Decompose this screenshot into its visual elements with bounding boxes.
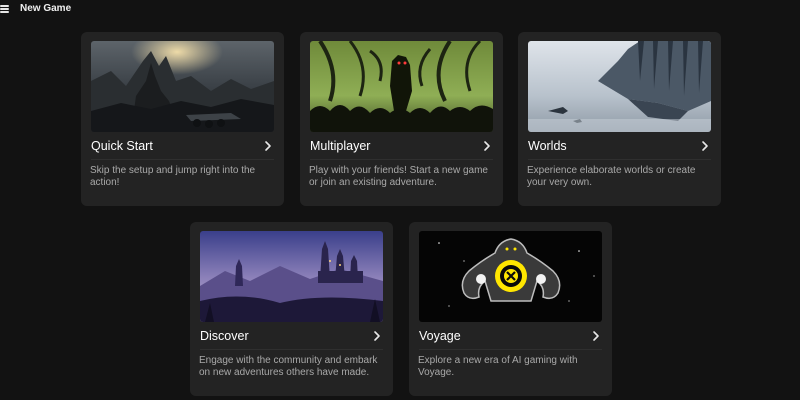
card-divider [528, 159, 711, 160]
hamburger-icon[interactable] [0, 3, 10, 15]
card-discover[interactable]: Discover Engage with the community and e… [190, 222, 393, 396]
card-divider [200, 349, 383, 350]
multiplayer-image [310, 41, 493, 132]
chevron-right-icon [593, 331, 599, 341]
card-worlds[interactable]: Worlds Experience elaborate worlds or cr… [518, 32, 721, 206]
chevron-right-icon [265, 141, 271, 151]
chevron-right-icon [702, 141, 708, 151]
card-voyage[interactable]: Voyage Explore a new era of AI gaming wi… [409, 222, 612, 396]
card-description: Experience elaborate worlds or create yo… [527, 165, 696, 188]
voyage-image [419, 231, 602, 322]
card-title: Voyage [419, 329, 461, 343]
card-description: Explore a new era of AI gaming with Voya… [418, 355, 578, 378]
page-title: New Game [20, 3, 72, 14]
discover-image [200, 231, 383, 322]
card-description: Play with your friends! Start a new game… [309, 165, 488, 188]
card-title: Discover [200, 329, 249, 343]
quick-start-image [91, 41, 274, 132]
card-description: Skip the setup and jump right into the a… [90, 165, 256, 188]
card-quick-start[interactable]: Quick Start Skip the setup and jump righ… [81, 32, 284, 206]
worlds-image [528, 41, 711, 132]
card-description: Engage with the community and embark on … [199, 355, 378, 378]
card-multiplayer[interactable]: Multiplayer Play with your friends! Star… [300, 32, 503, 206]
chevron-right-icon [374, 331, 380, 341]
card-divider [91, 159, 274, 160]
card-divider [419, 349, 602, 350]
top-bar: New Game [0, 0, 800, 20]
card-title: Worlds [528, 139, 567, 153]
card-divider [310, 159, 493, 160]
chevron-right-icon [484, 141, 490, 151]
card-title: Quick Start [91, 139, 153, 153]
card-title: Multiplayer [310, 139, 371, 153]
